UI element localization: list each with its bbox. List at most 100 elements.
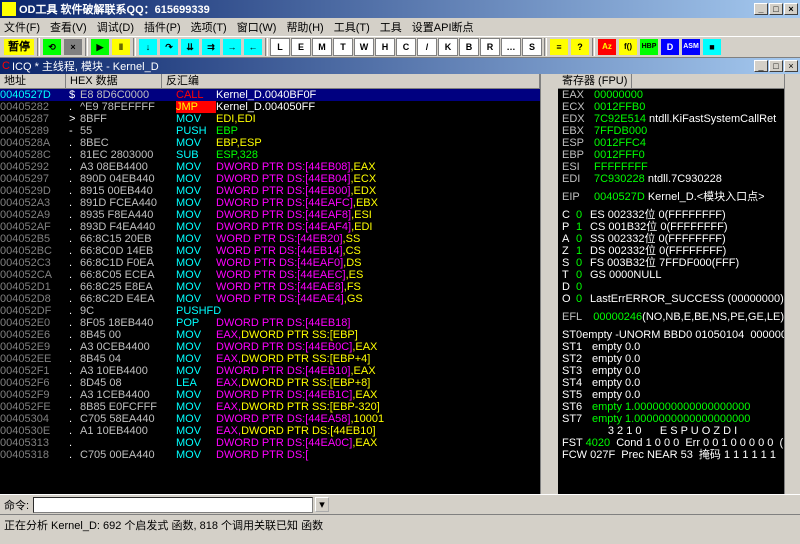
flag-row[interactable]: T0 GS 0000 NULL: [558, 269, 784, 281]
code-row[interactable]: 00405318 . C705 00EA440MOVDWORD PTR DS:[: [0, 449, 540, 461]
d-button[interactable]: D: [660, 38, 680, 56]
registers-pane[interactable]: 寄存器 (FPU) EAX00000000ECX0012FFB0EDX7C92E…: [556, 74, 784, 494]
flag-row[interactable]: A0 SS 0023 32位 0(FFFFFFFF): [558, 233, 784, 245]
restart-icon[interactable]: ⟲: [42, 38, 62, 56]
flag-row[interactable]: C0 ES 0023 32位 0(FFFFFFFF): [558, 209, 784, 221]
code-row[interactable]: 00405297 . 890D 04EB440MOVDWORD PTR DS:[…: [0, 173, 540, 185]
fpu-row[interactable]: ST6empty 1.0000000000000000000: [558, 401, 784, 413]
code-row[interactable]: 004052F9 . A3 1CEB4400MOVDWORD PTR DS:[4…: [0, 389, 540, 401]
code-row[interactable]: 004052B5 . 66:8C15 20EBMOVWORD PTR DS:[4…: [0, 233, 540, 245]
register-row[interactable]: EDX7C92E514 ntdll.KiFastSystemCallRet: [558, 113, 784, 125]
code-row[interactable]: 004052E0 . 8F05 18EB440POPDWORD PTR DS:[…: [0, 317, 540, 329]
code-row[interactable]: 004052F6 . 8D45 08LEAEAX,DWORD PTR SS:[E…: [0, 377, 540, 389]
m-button[interactable]: M: [312, 38, 332, 56]
code-row[interactable]: 0040528C . 81EC 2803000SUBESP,328: [0, 149, 540, 161]
code-row[interactable]: 0040530E . A1 10EB4400MOVEAX,DWORD PTR D…: [0, 425, 540, 437]
s-button[interactable]: S: [522, 38, 542, 56]
flag-row[interactable]: D0: [558, 281, 784, 293]
execute-till-icon[interactable]: →: [222, 38, 242, 56]
code-row[interactable]: 004052F1 . A3 10EB4400MOVDWORD PTR DS:[4…: [0, 365, 540, 377]
fpu-row[interactable]: ST0empty -UNORM BBD0 01050104 00000000: [558, 329, 784, 341]
fpu-row[interactable]: ST2empty 0.0: [558, 353, 784, 365]
l-button[interactable]: L: [270, 38, 290, 56]
register-row[interactable]: ECX0012FFB0: [558, 101, 784, 113]
command-dropdown[interactable]: ▾: [315, 497, 329, 512]
trace-over-icon[interactable]: ⇉: [201, 38, 221, 56]
code-row[interactable]: 004052DF . 9CPUSHFD: [0, 305, 540, 317]
extra-button[interactable]: ■: [702, 38, 722, 56]
register-row[interactable]: EAX00000000: [558, 89, 784, 101]
menu-tools[interactable]: 工具(T): [334, 19, 370, 35]
dots-button[interactable]: …: [501, 38, 521, 56]
w-button[interactable]: W: [354, 38, 374, 56]
close-icon[interactable]: ×: [63, 38, 83, 56]
close-button[interactable]: ×: [784, 3, 798, 15]
maximize-button[interactable]: □: [769, 3, 783, 15]
code-row[interactable]: 00405292 . A3 08EB4400MOVDWORD PTR DS:[4…: [0, 161, 540, 173]
return-icon[interactable]: ←: [243, 38, 263, 56]
scrollbar-v2[interactable]: [784, 74, 800, 494]
code-row[interactable]: 004052E9 . A3 0CEB4400MOVDWORD PTR DS:[4…: [0, 341, 540, 353]
code-row[interactable]: 0040528A . 8BECMOVEBP,ESP: [0, 137, 540, 149]
mdi-close-button[interactable]: ×: [784, 60, 798, 72]
eip-row[interactable]: EIP0040527D Kernel_D.<模块入口点>: [558, 191, 784, 203]
pause-icon[interactable]: ‖: [111, 38, 131, 56]
code-listing[interactable]: 0040527D $ E8 8D6C0000CALLKernel_D.0040B…: [0, 89, 540, 461]
menu-help[interactable]: 帮助(H): [286, 19, 323, 35]
mdi-min-button[interactable]: _: [754, 60, 768, 72]
e-button[interactable]: E: [291, 38, 311, 56]
code-row[interactable]: 0040527D $ E8 8D6C0000CALLKernel_D.0040B…: [0, 89, 540, 101]
code-row[interactable]: 004052A9 . 8935 F8EA440MOVDWORD PTR DS:[…: [0, 209, 540, 221]
az-button[interactable]: Az: [597, 38, 617, 56]
menu-file[interactable]: 文件(F): [4, 19, 40, 35]
code-row[interactable]: 00405289 - 55PUSHEBP: [0, 125, 540, 137]
fpu-row[interactable]: ST5empty 0.0: [558, 389, 784, 401]
code-row[interactable]: 004052A3 . 891D FCEA440MOVDWORD PTR DS:[…: [0, 197, 540, 209]
disasm-pane[interactable]: 地址 HEX 数据 反汇编 0040527D $ E8 8D6C0000CALL…: [0, 74, 540, 494]
menu-debug[interactable]: 调试(D): [97, 19, 134, 35]
fx-button[interactable]: f(): [618, 38, 638, 56]
register-row[interactable]: EDI7C930228 ntdll.7C930228: [558, 173, 784, 185]
code-row[interactable]: 004052CA . 66:8C05 ECEAMOVWORD PTR DS:[4…: [0, 269, 540, 281]
code-row[interactable]: 004052E6 . 8B45 00MOVEAX,DWORD PTR SS:[E…: [0, 329, 540, 341]
flag-row[interactable]: Z1 DS 0023 32位 0(FFFFFFFF): [558, 245, 784, 257]
hbp-button[interactable]: HBP: [639, 38, 659, 56]
menu-plugins[interactable]: 插件(P): [144, 19, 181, 35]
code-row[interactable]: 004052D8 . 66:8C2D E4EAMOVWORD PTR DS:[4…: [0, 293, 540, 305]
code-row[interactable]: 004052AF . 893D F4EA440MOVDWORD PTR DS:[…: [0, 221, 540, 233]
efl-row[interactable]: EFL00000246 (NO,NB,E,BE,NS,PE,GE,LE): [558, 311, 784, 323]
r-button[interactable]: R: [480, 38, 500, 56]
register-row[interactable]: EBX7FFDB000: [558, 125, 784, 137]
pause-button[interactable]: 暂停: [3, 38, 35, 56]
slash-button[interactable]: /: [417, 38, 437, 56]
code-row[interactable]: 004052C3 . 66:8C1D F0EAMOVWORD PTR DS:[4…: [0, 257, 540, 269]
t-button[interactable]: T: [333, 38, 353, 56]
fpu-row[interactable]: ST3empty 0.0: [558, 365, 784, 377]
code-row[interactable]: 004052FE . 8B85 E0FCFFFMOVEAX,DWORD PTR …: [0, 401, 540, 413]
menu-api-bp[interactable]: 设置API断点: [412, 19, 474, 35]
opt1-icon[interactable]: ≡: [549, 38, 569, 56]
code-row[interactable]: 004052EE . 8B45 04MOVEAX,DWORD PTR SS:[E…: [0, 353, 540, 365]
minimize-button[interactable]: _: [754, 3, 768, 15]
menu-options[interactable]: 选项(T): [191, 19, 227, 35]
mdi-max-button[interactable]: □: [769, 60, 783, 72]
h-button[interactable]: H: [375, 38, 395, 56]
fpu-row[interactable]: ST7empty 1.0000000000000000000: [558, 413, 784, 425]
code-row[interactable]: 00405282 . ^E9 78FEFFFFJMPKernel_D.00405…: [0, 101, 540, 113]
code-row[interactable]: 004052D1 . 66:8C25 E8EAMOVWORD PTR DS:[4…: [0, 281, 540, 293]
menu-tools2[interactable]: 工具: [380, 19, 402, 35]
register-row[interactable]: ESIFFFFFFFF: [558, 161, 784, 173]
scrollbar-v[interactable]: [540, 74, 556, 494]
register-listing[interactable]: EAX00000000ECX0012FFB0EDX7C92E514 ntdll.…: [558, 89, 784, 461]
code-row[interactable]: 00405313 . MOVDWORD PTR DS:[44EA0C],EAX: [0, 437, 540, 449]
menu-view[interactable]: 查看(V): [50, 19, 87, 35]
code-row[interactable]: 0040529D . 8915 00EB440MOVDWORD PTR DS:[…: [0, 185, 540, 197]
b-button[interactable]: B: [459, 38, 479, 56]
flag-row[interactable]: P1 CS 001B 32位 0(FFFFFFFF): [558, 221, 784, 233]
c-button[interactable]: C: [396, 38, 416, 56]
step-into-icon[interactable]: ↓: [138, 38, 158, 56]
opt2-icon[interactable]: ?: [570, 38, 590, 56]
asm-button[interactable]: ASM: [681, 38, 701, 56]
flag-row[interactable]: S0 FS 003B 32位 7FFDF000(FFF): [558, 257, 784, 269]
menu-window[interactable]: 窗口(W): [237, 19, 277, 35]
